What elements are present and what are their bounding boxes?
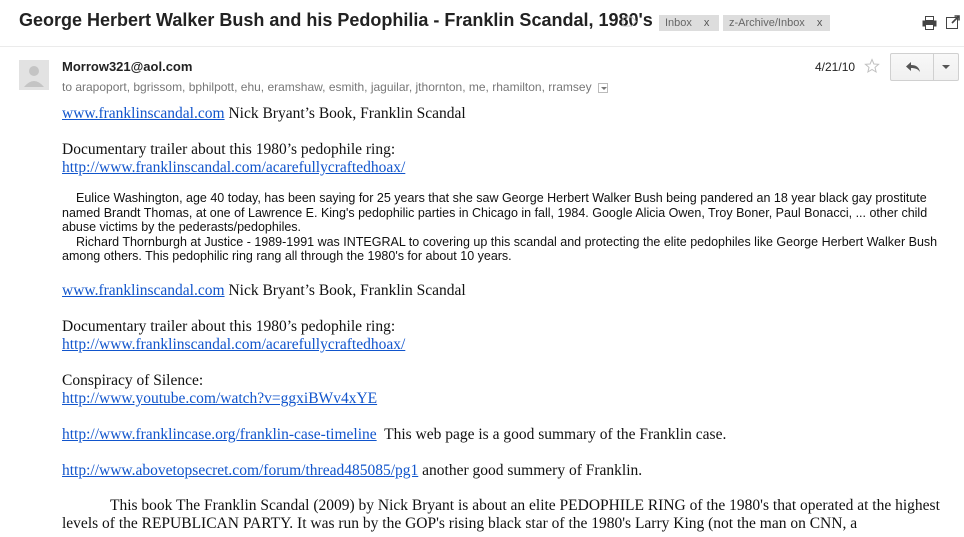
paragraph-book: This book The Franklin Scandal (2009) by… [62, 497, 952, 533]
trailer-text: Documentary trailer about this 1980’s pe… [62, 318, 396, 335]
trailer-link[interactable]: http://www.franklinscandal.com/acarefull… [62, 159, 405, 176]
label-chip-archive[interactable]: z-Archive/Inbox x [723, 15, 830, 31]
book-text: Nick Bryant’s Book, Franklin Scandal [224, 282, 466, 299]
conspiracy-text: Conspiracy of Silence: [62, 372, 204, 389]
sans-paragraphs: Eulice Washington, age 40 today, has bee… [62, 191, 950, 264]
body-line-youtube: http://www.youtube.com/watch?v=ggxiBWv4x… [62, 390, 377, 408]
label-chip-name: z-Archive/Inbox [729, 17, 805, 29]
book-text: Nick Bryant’s Book, Franklin Scandal [224, 105, 466, 122]
body-line-trailer-link-1: http://www.franklinscandal.com/acarefull… [62, 159, 405, 177]
label-chip-name: Inbox [665, 17, 692, 29]
label-chip-inbox[interactable]: Inbox x [659, 15, 719, 31]
paragraph-eulice: Eulice Washington, age 40 today, has bee… [62, 191, 950, 235]
body-line-timeline: http://www.franklincase.org/franklin-cas… [62, 426, 726, 444]
ats-text: another good summery of Franklin. [418, 462, 643, 479]
paragraph-book-text: This book The Franklin Scandal (2009) by… [62, 497, 940, 532]
reply-button[interactable] [890, 53, 934, 81]
recipients-text: to arapoport, bgrissom, bphilpott, ehu, … [62, 80, 592, 94]
star-icon[interactable] [864, 58, 880, 74]
sender-name[interactable]: Morrow321@aol.com [62, 59, 192, 74]
franklinscandal-link[interactable]: www.franklinscandal.com [62, 282, 225, 299]
timeline-link[interactable]: http://www.franklincase.org/franklin-cas… [62, 426, 377, 443]
body-line-site-2: www.franklinscandal.com Nick Bryant’s Bo… [62, 282, 466, 300]
show-details-icon[interactable] [597, 82, 608, 93]
paragraph-thornburgh-text: Richard Thornburgh at Justice - 1989-199… [62, 234, 938, 264]
remove-label-button[interactable]: x [698, 15, 716, 31]
paragraph-eulice-text: Eulice Washington, age 40 today, has bee… [62, 191, 928, 234]
recipients-line: to arapoport, bgrissom, bphilpott, ehu, … [62, 80, 608, 94]
ats-link[interactable]: http://www.abovetopsecret.com/forum/thre… [62, 462, 418, 479]
header-divider [0, 46, 964, 47]
trailer-text: Documentary trailer about this 1980’s pe… [62, 141, 396, 158]
more-actions-button[interactable] [933, 53, 959, 81]
avatar [19, 60, 49, 90]
youtube-link[interactable]: http://www.youtube.com/watch?v=ggxiBWv4x… [62, 390, 377, 407]
subject-bar: George Herbert Walker Bush and his Pedop… [0, 0, 964, 46]
avatar-silhouette-icon [24, 66, 44, 87]
remove-label-button[interactable]: x [811, 15, 829, 31]
franklinscandal-link[interactable]: www.franklinscandal.com [62, 105, 225, 122]
trailer-link[interactable]: http://www.franklinscandal.com/acarefull… [62, 336, 405, 353]
thread-subject: George Herbert Walker Bush and his Pedop… [19, 10, 653, 30]
new-window-icon[interactable] [946, 15, 960, 29]
reply-icon [906, 62, 920, 72]
body-line-site-1: www.franklinscandal.com Nick Bryant’s Bo… [62, 105, 466, 123]
print-icon[interactable] [922, 16, 937, 30]
message-date: 4/21/10 [815, 60, 856, 74]
body-line-ats: http://www.abovetopsecret.com/forum/thre… [62, 462, 642, 480]
body-line-trailer-link-2: http://www.franklinscandal.com/acarefull… [62, 336, 405, 354]
paragraph-thornburgh: Richard Thornburgh at Justice - 1989-199… [62, 235, 950, 264]
label-tag-icon[interactable] [622, 16, 637, 27]
timeline-text: This web page is a good summary of the F… [376, 426, 727, 443]
